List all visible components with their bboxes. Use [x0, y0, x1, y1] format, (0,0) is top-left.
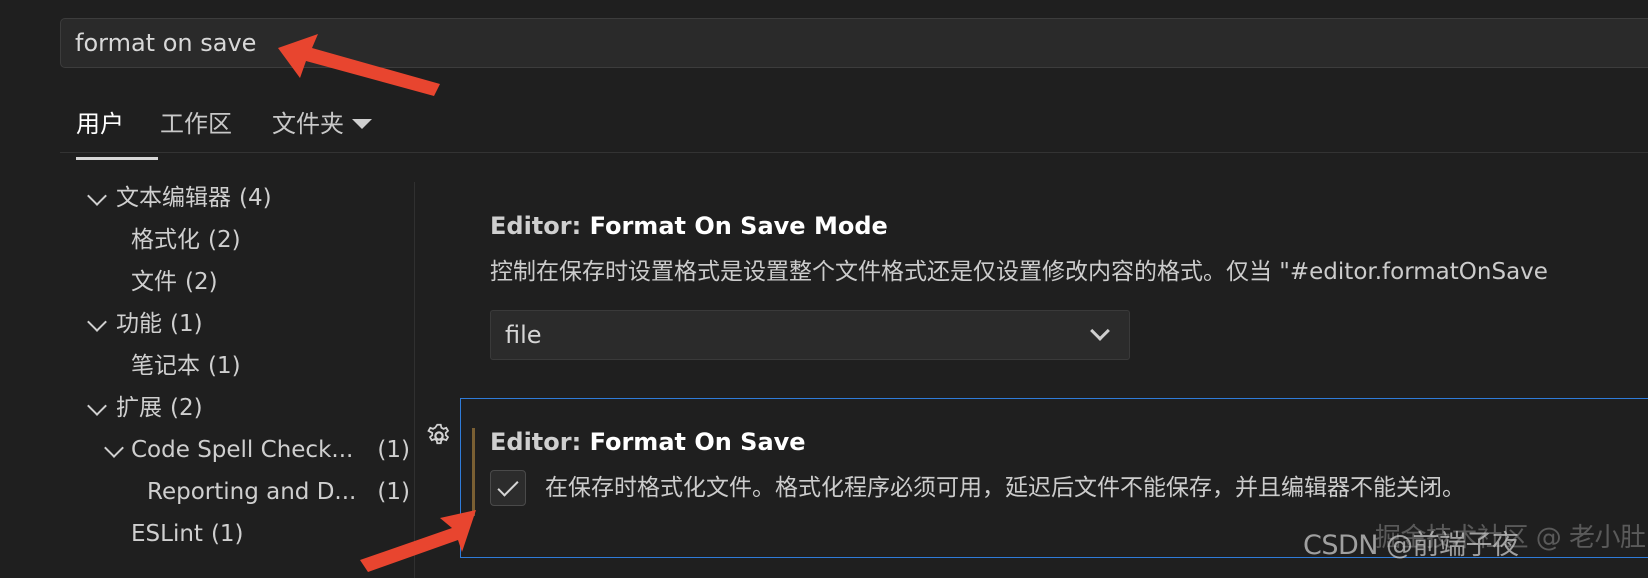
toc-count: (1): [377, 479, 410, 505]
select-value: file: [505, 321, 542, 349]
modified-indicator: [472, 428, 475, 516]
toc-count: (2): [185, 269, 218, 295]
setting-title: Editor: Format On Save Mode: [490, 210, 888, 242]
toc-label: Reporting and D...: [147, 479, 357, 505]
toc-item-extensions[interactable]: 扩展 (2): [116, 390, 203, 426]
setting-name: Format On Save: [589, 428, 806, 456]
settings-table-of-contents: 文本编辑器 (4) 格式化 (2) 文件 (2) 功能 (1) 笔记本 (1) 扩展 (2)…: [80, 180, 410, 578]
tab-user[interactable]: 用户: [76, 106, 158, 160]
settings-editor: 用户 工作区 文件夹 文本编辑器 (4) 格式化 (2) 文件 (2) 功能 (1) 笔…: [0, 0, 1648, 578]
toc-count: (1): [210, 521, 244, 547]
toc-count: (1): [208, 353, 241, 379]
watermark-overlay-text: 掘金技术社区 @ 老小肚: [1375, 523, 1646, 553]
toc-item-features[interactable]: 功能 (1): [116, 306, 203, 342]
expand-features-chevron-icon[interactable]: [87, 312, 107, 332]
settings-search-input[interactable]: [75, 27, 1075, 59]
expand-extensions-chevron-icon[interactable]: [87, 396, 107, 416]
toc-count: (2): [208, 227, 241, 253]
toc-item-eslint[interactable]: ESLint (1): [131, 516, 244, 552]
active-tab-indicator: [76, 157, 158, 160]
settings-scope-tabs: 用户 工作区 文件夹: [60, 100, 1648, 160]
toc-label: ESLint: [131, 521, 203, 547]
toc-label: 扩展: [116, 395, 162, 421]
setting-description: 控制在保存时设置格式是设置整个文件格式还是仅设置修改内容的格式。仅当 "#edi…: [490, 259, 1548, 285]
settings-search-box[interactable]: [60, 18, 1648, 68]
toc-item-text-editor[interactable]: 文本编辑器 (4): [116, 180, 272, 216]
toc-item-reporting-and-display[interactable]: Reporting and D... (1): [147, 474, 410, 510]
setting-category: Editor:: [490, 212, 590, 240]
expand-text-editor-chevron-icon[interactable]: [87, 186, 107, 206]
checkmark-icon: [497, 475, 519, 497]
toc-label: 格式化: [131, 227, 200, 253]
toc-divider: [414, 182, 415, 578]
setting-title-format-on-save: Editor: Format On Save: [490, 426, 806, 458]
tab-workspace[interactable]: 工作区: [160, 106, 232, 142]
toc-item-formatting[interactable]: 格式化 (2): [131, 222, 241, 258]
toc-label: Code Spell Check...: [131, 437, 354, 463]
tab-user-label: 用户: [76, 110, 124, 138]
format-on-save-checkbox[interactable]: [490, 470, 526, 506]
setting-category: Editor:: [490, 428, 590, 456]
toc-label: 文件: [131, 269, 177, 295]
tab-workspace-label: 工作区: [160, 110, 232, 138]
chevron-down-icon: [1090, 321, 1110, 341]
gear-icon[interactable]: [424, 421, 454, 451]
toc-count: (1): [170, 311, 203, 337]
toc-item-code-spell-checker[interactable]: Code Spell Check... (1): [131, 432, 410, 468]
folder-chevron-down-icon[interactable]: [352, 119, 372, 129]
tab-folder[interactable]: 文件夹: [272, 106, 344, 142]
toc-item-files[interactable]: 文件 (2): [131, 264, 218, 300]
toc-item-notebook[interactable]: 笔记本 (1): [131, 348, 241, 384]
toc-count: (2): [170, 395, 203, 421]
tab-folder-label: 文件夹: [272, 110, 344, 138]
toc-label: 笔记本: [131, 353, 200, 379]
expand-code-spell-checker-chevron-icon[interactable]: [104, 438, 124, 458]
watermark: CSDN @前端子夜 掘金技术社区 @ 老小肚: [1303, 523, 1648, 569]
toc-label: 功能: [116, 311, 162, 337]
format-on-save-mode-select[interactable]: file: [490, 310, 1130, 360]
setting-name: Format On Save Mode: [589, 212, 888, 240]
toc-label: 文本编辑器: [116, 185, 231, 211]
toc-count: (1): [377, 437, 410, 463]
setting-description-format-on-save: 在保存时格式化文件。格式化程序必须可用，延迟后文件不能保存，并且编辑器不能关闭。: [545, 475, 1465, 501]
toc-count: (4): [239, 185, 272, 211]
